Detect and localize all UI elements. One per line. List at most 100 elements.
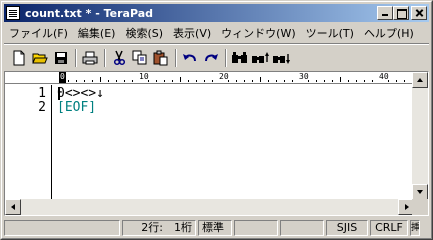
menu-window[interactable]: ウィンドウ(W) [216,25,300,41]
status-bar: 2行: 1桁 標準 SJIS CRLF 挿 [4,219,429,237]
open-button[interactable] [31,49,49,67]
ruler-tick [292,80,293,82]
copy-icon [132,50,147,65]
menu-view[interactable]: 表示(V) [168,25,216,41]
ruler-tick [116,80,117,82]
ruler-tick [372,80,373,82]
paste-button[interactable] [152,49,170,67]
horizontal-scrollbar[interactable] [5,199,414,215]
line-number: 2 [38,100,46,115]
find-prev-icon [252,52,269,63]
window-title: count.txt * - TeraPad [25,6,154,20]
status-empty-panel [280,220,324,236]
ruler-tick [236,80,237,82]
ruler-tick [148,80,149,82]
ruler-tick [340,77,341,82]
ruler-tick [356,80,357,82]
toolbar [4,46,429,70]
save-button[interactable] [52,49,70,67]
ruler-tick [180,77,181,82]
ruler-tick [164,80,165,82]
status-empty-panel [4,220,120,236]
title-buttons [377,6,427,20]
undo-button[interactable] [181,49,199,67]
vertical-scrollbar[interactable] [412,72,428,200]
minimize-button[interactable] [377,6,393,20]
ruler-mark: 0 [60,72,65,81]
ruler-tick [124,80,125,82]
find-next-button[interactable] [273,49,291,67]
status-empty-panel [234,220,278,236]
ruler-tick [308,80,309,82]
status-insert-mode: 挿 [410,220,420,236]
ruler-tick [252,80,253,82]
menu-tools[interactable]: ツール(T) [301,25,359,41]
find-button[interactable] [231,49,249,67]
find-icon [232,52,247,63]
editor-area[interactable]: 0 10 20 30 40 1 2 0<><>↓ [EOF] [4,71,429,216]
ruler-tick [332,80,333,82]
ruler-tick [388,80,389,82]
ruler-tick [196,80,197,82]
status-mode: 標準 [198,220,232,236]
column-ruler: 0 10 20 30 40 [5,72,414,84]
line-number-gutter: 1 2 [5,85,52,202]
toolbar-separator [75,49,77,67]
ruler-tick [84,80,85,82]
undo-icon [183,54,196,62]
cut-button[interactable] [110,49,128,67]
toolbar-separator [225,49,227,67]
line-number: 1 [38,86,46,101]
down-arrow-icon [417,190,423,194]
right-arrow-icon [405,204,409,210]
text-caret [58,87,60,100]
status-line-ending: CRLF [370,220,408,236]
scroll-left-button[interactable] [5,199,21,215]
ruler-tick [212,80,213,82]
find-prev-button[interactable] [252,49,270,67]
ruler-tick [68,80,69,82]
ruler-tick [364,80,365,82]
scrollbar-corner [412,199,428,215]
title-bar[interactable]: count.txt * - TeraPad [4,4,429,22]
ruler-tick [156,80,157,82]
ruler-tick [404,80,405,82]
ruler-tick [324,80,325,82]
find-next-icon [273,54,290,64]
terapad-app-icon[interactable] [6,6,20,20]
ruler-tick [268,80,269,82]
print-button[interactable] [81,49,99,67]
close-button[interactable] [411,6,427,20]
terapad-window: count.txt * - TeraPad ファイル(F) 編集(E) 検索(S… [0,0,433,240]
toolbar-separator [104,49,106,67]
redo-button[interactable] [202,49,220,67]
new-file-icon [13,50,25,66]
ruler-tick [396,80,397,82]
scroll-up-button[interactable] [412,72,428,88]
ruler-tick [108,80,109,82]
ruler-tick [132,80,133,82]
ruler-tick [204,80,205,82]
status-cursor-position: 2行: 1桁 [122,220,196,236]
new-file-button[interactable] [10,49,28,67]
print-icon [82,51,98,65]
scroll-down-button[interactable] [412,184,428,200]
menu-toolbar-divider [4,43,429,45]
menu-search[interactable]: 検索(S) [120,25,168,41]
redo-icon [205,54,218,62]
ruler-tick [316,80,317,82]
ruler-tick [260,77,261,82]
text-line: 0<><>↓ [57,86,104,101]
menu-help[interactable]: ヘルプ(H) [359,25,419,41]
ruler-tick [76,80,77,82]
copy-button[interactable] [131,49,149,67]
paste-icon [153,50,168,66]
menu-file[interactable]: ファイル(F) [4,25,73,41]
ruler-tick [244,80,245,82]
left-arrow-icon [11,204,15,210]
ruler-tick [92,80,93,82]
ruler-tick [172,80,173,82]
ruler-tick [276,80,277,82]
menu-edit[interactable]: 編集(E) [73,25,121,41]
maximize-button[interactable] [393,6,409,20]
